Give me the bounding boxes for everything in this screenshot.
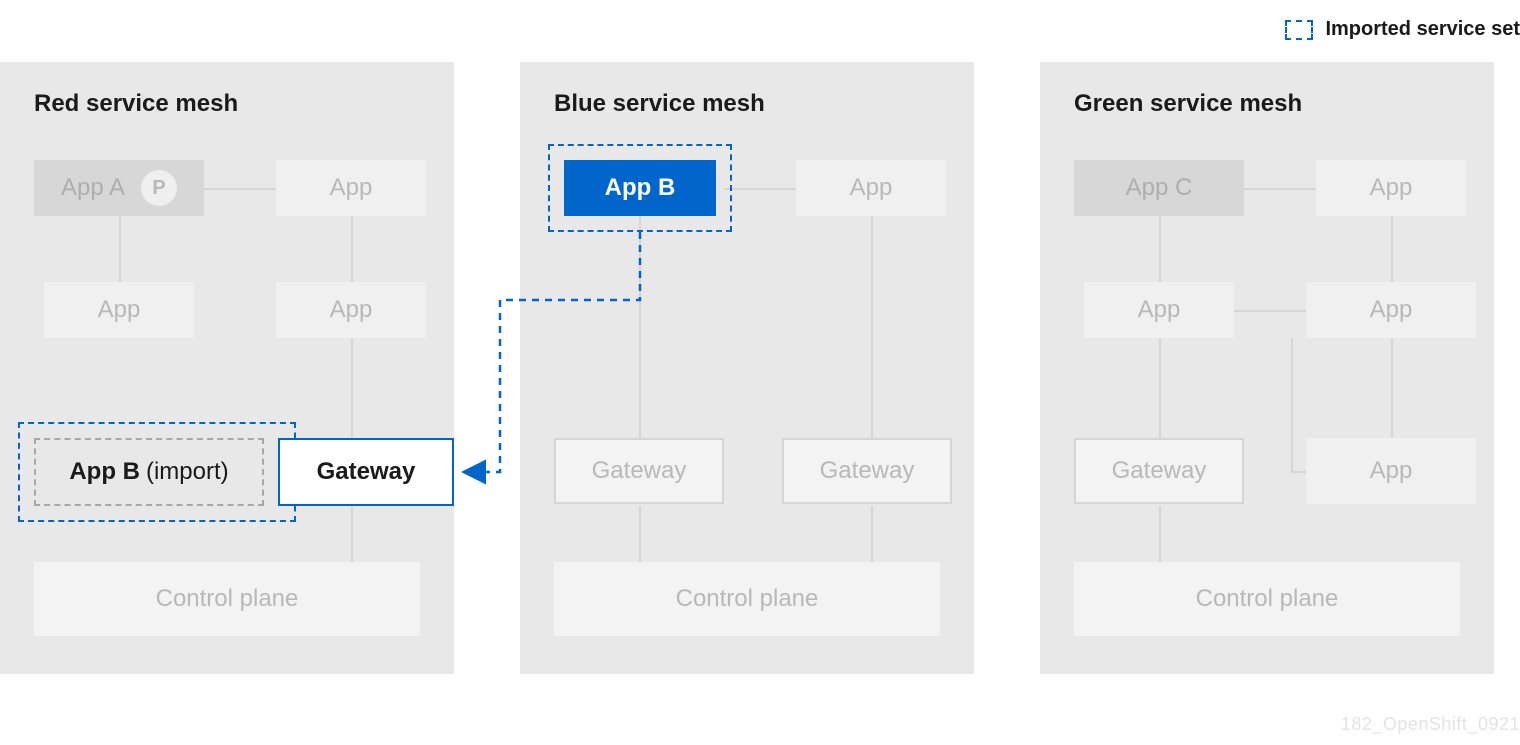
connector [351, 216, 353, 282]
connector [1291, 471, 1306, 473]
node-app-b-import-name: App B [69, 458, 140, 486]
panel-red: Red service mesh App A P App App App Con… [0, 62, 454, 674]
panel-blue: Blue service mesh App B App Gateway Gate… [520, 62, 974, 674]
connector [1159, 506, 1161, 562]
node-gateway: Gateway [1074, 438, 1244, 504]
legend-swatch [1285, 20, 1313, 40]
panel-blue-title: Blue service mesh [554, 90, 765, 118]
connector [1244, 188, 1316, 190]
connector [351, 338, 353, 446]
diagram-stage: Imported service set Red service mesh Ap… [0, 0, 1520, 745]
panel-green-title: Green service mesh [1074, 90, 1302, 118]
connector [1159, 338, 1161, 438]
node-control-plane: Control plane [1074, 562, 1460, 636]
node-app-a: App A P [34, 160, 204, 216]
connector [1234, 310, 1306, 312]
connector [1291, 338, 1293, 473]
node-app: App [276, 282, 426, 338]
panel-green: Green service mesh App C App App App Gat… [1040, 62, 1494, 674]
node-gateway: Gateway [554, 438, 724, 504]
legend-label: Imported service set [1325, 18, 1520, 41]
node-app: App [1084, 282, 1234, 338]
connector [724, 188, 796, 190]
node-gateway: Gateway [782, 438, 952, 504]
node-app: App [276, 160, 426, 216]
connector [871, 216, 873, 446]
panel-red-title: Red service mesh [34, 90, 238, 118]
node-app-c: App C [1074, 160, 1244, 216]
watermark: 182_OpenShift_0921 [1341, 714, 1520, 735]
connector [1159, 216, 1161, 282]
node-app: App [1316, 160, 1466, 216]
node-app: App [1306, 438, 1476, 504]
connector [1391, 338, 1393, 438]
node-app-b-import-suffix: (import) [146, 458, 229, 486]
node-app-b: App B [564, 160, 716, 216]
badge-p: P [141, 170, 177, 206]
connector [119, 216, 121, 282]
node-app-a-label: App A [61, 174, 125, 202]
connector [639, 506, 641, 562]
connector [639, 216, 641, 446]
node-control-plane: Control plane [34, 562, 420, 636]
node-app: App [1306, 282, 1476, 338]
connector [204, 188, 276, 190]
node-gateway-red: Gateway [278, 438, 454, 506]
node-control-plane: Control plane [554, 562, 940, 636]
node-app: App [44, 282, 194, 338]
connector [1391, 216, 1393, 282]
connector [871, 506, 873, 562]
node-app-b-import: App B (import) [34, 438, 264, 506]
legend: Imported service set [1285, 18, 1520, 41]
node-app: App [796, 160, 946, 216]
